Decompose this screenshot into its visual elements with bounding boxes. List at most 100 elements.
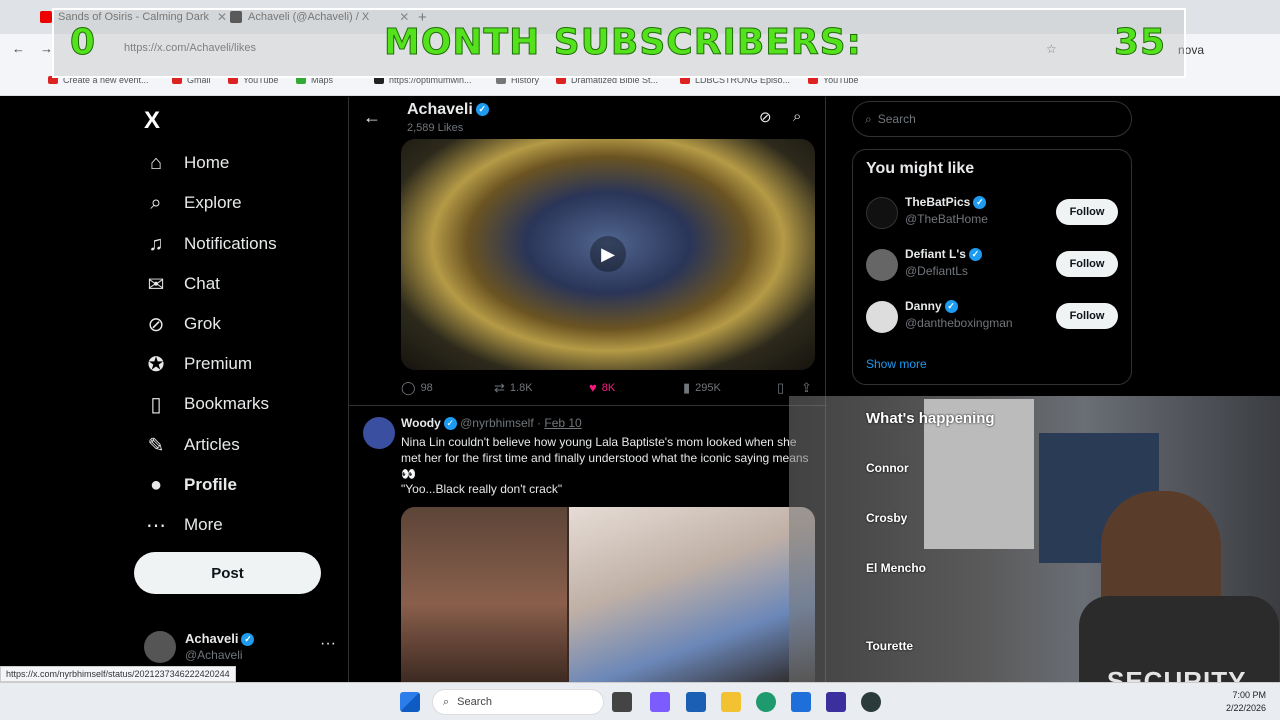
person-icon: ● <box>149 473 163 496</box>
taskbar-search[interactable]: ⌕ Search <box>432 689 604 715</box>
nav-label: Chat <box>184 274 220 293</box>
file-explorer-icon[interactable] <box>721 692 741 712</box>
chart-icon: ▮ <box>683 380 691 395</box>
suggestion-row[interactable]: Defiant L's ✓ @DefiantLs Follow <box>866 247 1126 283</box>
account-name-row: Achaveli ✓ <box>185 631 255 647</box>
outlook-icon[interactable] <box>791 692 811 712</box>
store-icon[interactable] <box>686 692 706 712</box>
nav-item-articles[interactable]: ✎ Articles <box>144 430 240 460</box>
bookmark-button[interactable]: ▯ <box>777 380 789 396</box>
search-placeholder: Search <box>877 112 916 126</box>
follow-button[interactable]: Follow <box>1056 303 1118 329</box>
nav-label: Grok <box>184 314 221 333</box>
show-more-link[interactable]: Show more <box>866 357 927 371</box>
share-button[interactable]: ⇪ <box>801 380 817 396</box>
like-button[interactable]: ♥ 8K <box>589 380 615 395</box>
overlay-right-count: 35 <box>1113 22 1167 64</box>
articles-icon: ✎ <box>147 434 165 457</box>
nav-item-grok[interactable]: ⊘ Grok <box>144 309 221 339</box>
avatar <box>866 197 898 229</box>
nav-label: Notifications <box>184 234 277 253</box>
mail-icon: ✉ <box>147 273 165 296</box>
bookmark-icon: ▯ <box>777 380 785 395</box>
author-name[interactable]: Woody <box>401 416 441 430</box>
overlay-label: MONTH SUBSCRIBERS: <box>384 22 862 64</box>
search-icon[interactable]: ⌕ <box>793 108 801 125</box>
follow-button[interactable]: Follow <box>1056 199 1118 225</box>
nav-item-profile[interactable]: ● Profile <box>144 470 237 500</box>
avatar[interactable] <box>363 417 395 449</box>
repost-button[interactable]: ⇄ 1.8K <box>494 380 533 396</box>
nav-item-more[interactable]: ⋯ More <box>144 510 223 540</box>
nav-item-chat[interactable]: ✉ Chat <box>144 269 220 299</box>
x-page: X ⌂ Home ⌕ Explore ♫ Notifications ✉ Chat ⊘ G… <box>0 97 1280 682</box>
tweet-date[interactable]: Feb 10 <box>544 416 581 430</box>
tweet-text: Nina Lin couldn't believe how young Lala… <box>401 435 809 481</box>
nav-label: Explore <box>184 193 242 212</box>
like-count: 8K <box>601 381 616 394</box>
suggestion-handle: @DefiantLs <box>905 264 968 278</box>
trend-item[interactable]: Crosby <box>866 511 907 525</box>
taskbar-search-label: Search <box>457 696 493 708</box>
tweet-quote-line: "Yoo...Black really don't crack" <box>401 482 563 496</box>
suggestion-name: TheBatPics <box>905 195 971 209</box>
post-button[interactable]: Post <box>134 552 321 594</box>
shirt-text: SECURITY <box>1107 666 1247 682</box>
video-thumbnail[interactable]: ▶ <box>401 139 815 370</box>
overlay-left-count: 0 <box>69 22 97 64</box>
obs-icon[interactable] <box>861 692 881 712</box>
reply-button[interactable]: ◯ 98 <box>401 380 433 396</box>
share-icon: ⇪ <box>801 380 812 395</box>
system-clock[interactable]: 7:00 PM 2/22/2026 <box>1210 689 1266 715</box>
divider <box>349 405 827 406</box>
edge-icon[interactable] <box>756 692 776 712</box>
task-view-icon[interactable] <box>612 692 632 712</box>
suggestion-row[interactable]: TheBatPics ✓ @TheBatHome Follow <box>866 195 1126 231</box>
repost-icon: ⇄ <box>494 380 505 395</box>
media-photo <box>569 507 815 682</box>
x-logo[interactable]: X <box>144 107 160 135</box>
copilot-icon[interactable] <box>650 692 670 712</box>
nav-label: Profile <box>184 475 237 494</box>
nav-item-premium[interactable]: ✪ Premium <box>144 349 252 379</box>
trend-item[interactable]: Tourette <box>866 639 913 653</box>
views-button[interactable]: ▮ 295K <box>683 380 721 396</box>
account-handle: @Achaveli <box>185 648 243 662</box>
view-count: 295K <box>695 382 721 394</box>
taskbar: ⌕ Search 7:00 PM 2/22/2026 <box>0 682 1280 720</box>
verified-badge-icon: ✓ <box>443 417 457 431</box>
premium-icon: ✪ <box>147 353 165 376</box>
avatar <box>866 301 898 333</box>
repost-count: 1.8K <box>509 382 533 394</box>
nav-item-notifications[interactable]: ♫ Notifications <box>144 229 277 259</box>
status-url-tooltip: https://x.com/nyrbhimself/status/2021237… <box>0 666 236 682</box>
search-input[interactable]: ⌕ Search <box>852 101 1132 137</box>
windows-start-icon[interactable] <box>400 692 420 712</box>
play-icon[interactable]: ▶ <box>590 236 626 272</box>
nav-item-home[interactable]: ⌂ Home <box>144 148 229 178</box>
verified-badge-icon: ✓ <box>241 633 255 647</box>
back-arrow-icon[interactable]: ← <box>12 41 25 56</box>
author-handle[interactable]: @nyrbhimself <box>460 416 534 430</box>
search-icon: ⌕ <box>865 111 872 126</box>
tweet-header: Woody ✓ @nyrbhimself · Feb 10 <box>401 416 582 431</box>
avatar <box>866 249 898 281</box>
tweet-media[interactable] <box>401 507 815 682</box>
app-icon[interactable] <box>826 692 846 712</box>
follow-button[interactable]: Follow <box>1056 251 1118 277</box>
likes-count: 2,589 Likes <box>407 122 464 134</box>
trend-item[interactable]: El Mencho <box>866 561 926 575</box>
account-more-icon[interactable]: ··· <box>320 635 336 653</box>
profile-name: Achaveli <box>407 101 473 118</box>
trend-item[interactable]: Connor <box>866 461 909 475</box>
back-arrow-icon[interactable]: ← <box>363 107 381 128</box>
bookmark-icon: ▯ <box>150 393 162 416</box>
grok-icon[interactable]: ⊘ <box>759 108 772 126</box>
nav-item-bookmarks[interactable]: ▯ Bookmarks <box>144 389 269 419</box>
nav-label: Premium <box>184 354 253 373</box>
suggestion-row[interactable]: Danny ✓ @dantheboxingman Follow <box>866 299 1126 335</box>
clock-time: 7:00 PM <box>1232 690 1266 700</box>
reply-icon: ◯ <box>401 380 416 395</box>
timeline: ← Achaveli ✓ 2,589 Likes ⊘ ⌕ ▶ ◯ 98 ⇄ 1.8K … <box>348 97 827 682</box>
nav-item-explore[interactable]: ⌕ Explore <box>144 188 242 218</box>
